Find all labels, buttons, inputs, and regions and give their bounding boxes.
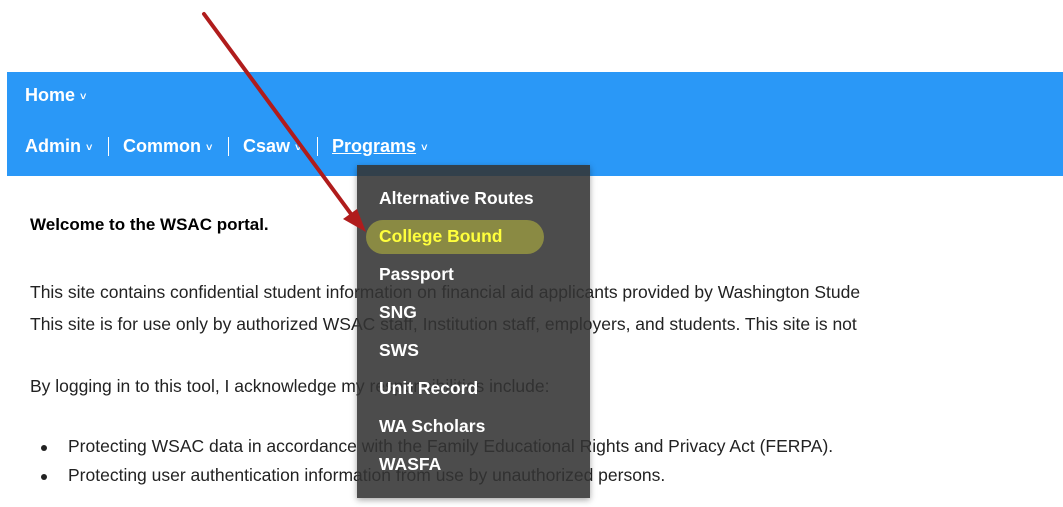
chevron-down-icon: ˅ [421,141,428,154]
menu-item-alternative-routes[interactable]: Alternative Routes [379,188,534,209]
menu-item-wa-scholars[interactable]: WA Scholars [379,416,485,437]
menu-item-passport[interactable]: Passport [379,264,454,285]
nav-item-admin[interactable]: Admin ˅ [25,136,100,157]
menu-item-sng[interactable]: SNG [379,302,417,323]
chevron-down-icon: ˅ [80,90,87,103]
nav-item-label: Programs [332,136,417,156]
nav-row-secondary: Admin ˅ Common ˅ Csaw ˅ Programs ˅ [25,136,435,157]
nav-separator [317,137,319,156]
nav-item-label: Common [123,136,201,156]
nav-item-label: Csaw [243,136,291,156]
nav-item-programs[interactable]: Programs ˅ [332,136,435,157]
chevron-down-icon: ˅ [295,141,302,154]
chevron-down-icon: ˅ [86,141,93,154]
chevron-down-icon: ˅ [206,141,213,154]
programs-dropdown-menu: Alternative Routes College Bound Passpor… [357,165,590,498]
menu-item-unit-record[interactable]: Unit Record [379,378,478,399]
nav-separator [108,137,109,156]
nav-item-csaw[interactable]: Csaw ˅ [243,136,309,157]
top-navigation-bar: Home ˅ Admin ˅ Common ˅ Csaw ˅ Programs … [7,72,1063,176]
nav-item-common[interactable]: Common ˅ [123,136,220,157]
menu-item-sws[interactable]: SWS [379,340,419,361]
nav-item-label: Home [25,85,76,105]
page-title: Welcome to the WSAC portal. [30,215,269,234]
nav-separator [228,137,229,156]
page: Home ˅ Admin ˅ Common ˅ Csaw ˅ Programs … [0,0,1063,507]
nav-item-label: Admin [25,136,81,156]
menu-item-wasfa[interactable]: WASFA [379,454,441,475]
menu-item-college-bound[interactable]: College Bound [379,226,502,247]
nav-item-home[interactable]: Home ˅ [25,85,94,106]
nav-row-primary: Home ˅ [25,85,94,106]
